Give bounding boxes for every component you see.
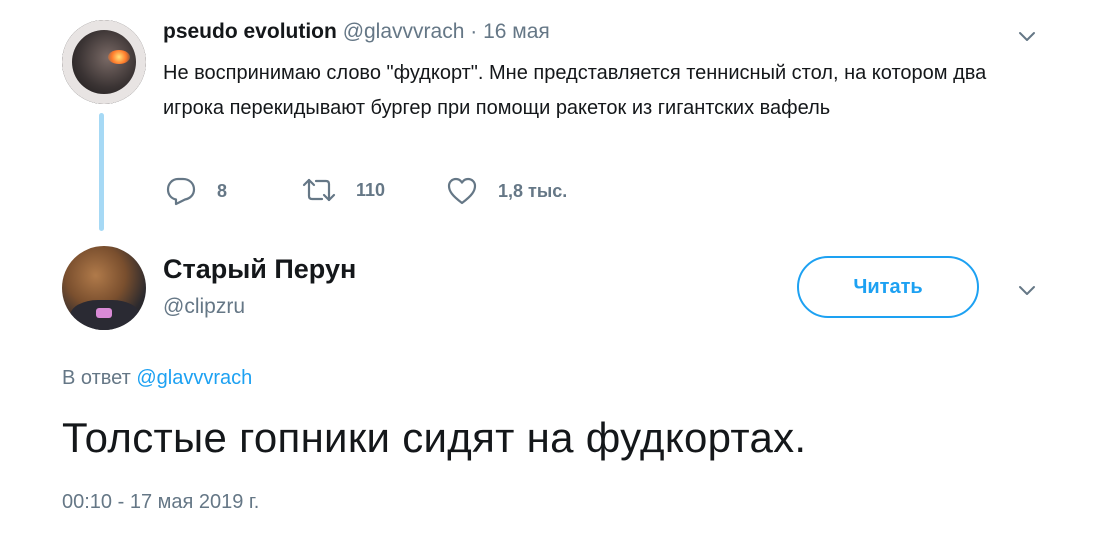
main-author-name[interactable]: Старый Перун bbox=[163, 254, 356, 285]
like-action[interactable]: 1,8 тыс. bbox=[446, 176, 567, 206]
tweet-timestamp[interactable]: 00:10 - 17 мая 2019 г. bbox=[62, 491, 259, 514]
main-chevron-down-icon[interactable] bbox=[1017, 280, 1037, 300]
avatar-rim bbox=[62, 20, 146, 104]
avatar-patch bbox=[96, 308, 112, 318]
reply-prefix: В ответ bbox=[62, 367, 131, 389]
reply-context: В ответ @glavvvrach bbox=[62, 367, 252, 390]
reply-count: 8 bbox=[217, 180, 228, 201]
chevron-down-icon[interactable] bbox=[1017, 26, 1037, 46]
parent-tweet-header: pseudo evolution @glavvvrach · 16 мая bbox=[163, 20, 550, 44]
retweet-icon bbox=[302, 176, 356, 204]
parent-author-handle[interactable]: @glavvvrach bbox=[343, 20, 465, 43]
reply-icon bbox=[165, 176, 217, 206]
header-separator: · bbox=[470, 20, 478, 43]
parent-author-name[interactable]: pseudo evolution bbox=[163, 20, 337, 43]
reply-action[interactable]: 8 bbox=[165, 176, 227, 206]
main-tweet-text: Толстые гопники сидят на фудкортах. bbox=[62, 414, 807, 461]
like-count: 1,8 тыс. bbox=[498, 180, 568, 201]
parent-author-avatar[interactable] bbox=[62, 20, 146, 104]
main-author-avatar[interactable] bbox=[62, 246, 146, 330]
reply-to-handle-link[interactable]: @glavvvrach bbox=[136, 367, 252, 389]
main-author-handle[interactable]: @clipzru bbox=[163, 295, 245, 319]
parent-tweet-text: Не воспринимаю слово "фудкорт". Мне пред… bbox=[163, 62, 987, 119]
retweet-action[interactable]: 110 bbox=[302, 176, 385, 204]
follow-button[interactable]: Читать bbox=[797, 256, 979, 318]
parent-tweet-date[interactable]: 16 мая bbox=[483, 20, 550, 43]
retweet-count: 110 bbox=[356, 179, 386, 200]
heart-icon bbox=[446, 176, 498, 206]
thread-connector-line bbox=[99, 113, 104, 231]
